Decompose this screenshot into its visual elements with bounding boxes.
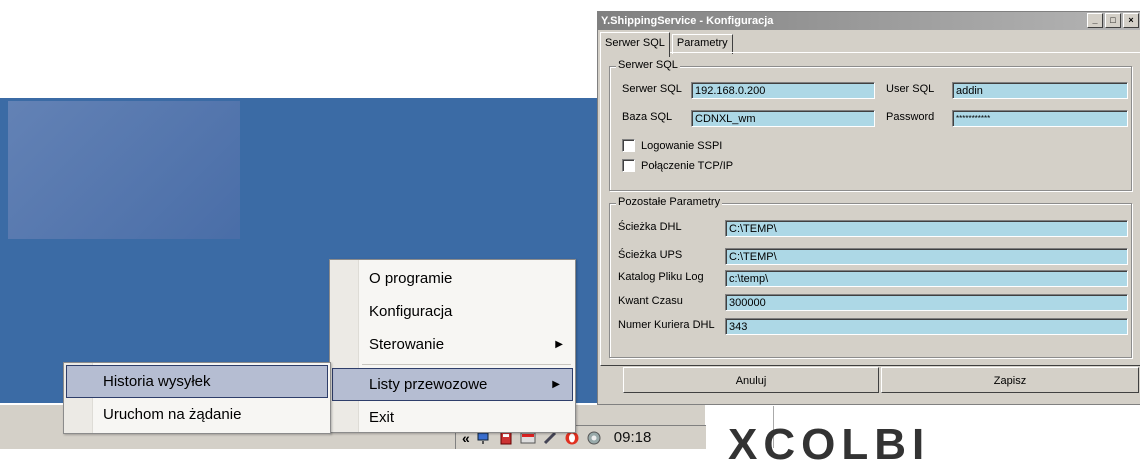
database-label: Baza SQL (622, 111, 673, 123)
menu-item-control[interactable]: Sterowanie ▶ (330, 328, 575, 361)
shipping-lists-flyout: Historia wysyłek Uruchom na żądanie (63, 362, 331, 434)
menu-item-label: Exit (369, 409, 395, 426)
log-dir-input[interactable]: c:\temp\ (725, 270, 1128, 287)
tab-parameters[interactable]: Parametry (671, 34, 733, 54)
menu-item-run-on-demand[interactable]: Uruchom na żądanie (64, 398, 330, 431)
sspi-checkbox[interactable]: Logowanie SSPI (622, 139, 722, 152)
tray-context-menu: O programie Konfiguracja Sterowanie ▶ Lis… (329, 259, 576, 433)
clock[interactable]: 09:18 (614, 429, 652, 446)
password-input[interactable]: *********** (952, 110, 1128, 127)
ups-path-input[interactable]: C:\TEMP\ (725, 248, 1128, 265)
submenu-arrow-icon: ▶ (555, 339, 563, 350)
tcp-label: Połączenie TCP/IP (641, 159, 734, 172)
menu-item-about[interactable]: O programie (330, 262, 575, 295)
menu-item-shipment-history[interactable]: Historia wysyłek (66, 365, 328, 398)
user-input[interactable]: addin (952, 82, 1128, 99)
cancel-button[interactable]: Anuluj (623, 367, 879, 393)
dhl-path-label: Ścieżka DHL (618, 221, 682, 233)
minimize-button[interactable]: _ (1087, 13, 1103, 28)
menu-item-label: Historia wysyłek (103, 373, 211, 390)
menu-separator (362, 364, 571, 365)
log-dir-label: Katalog Pliku Log (618, 271, 704, 283)
tcp-checkbox[interactable]: Połączenie TCP/IP (622, 159, 733, 172)
menu-item-waybills[interactable]: Listy przewozowe ▶ (332, 368, 573, 401)
submenu-arrow-icon: ▶ (552, 379, 560, 390)
password-label: Password (886, 111, 935, 123)
group-title: Serwer SQL (616, 59, 680, 71)
dhl-path-input[interactable]: C:\TEMP\ (725, 220, 1128, 237)
maximize-button[interactable]: □ (1105, 13, 1121, 28)
tab-page: Serwer SQL Serwer SQL 192.168.0.200 User… (600, 52, 1140, 366)
tab-strip: Serwer SQL Parametry (600, 32, 735, 57)
database-input[interactable]: CDNXL_wm (691, 110, 875, 127)
brand-logo: XCOLBI (728, 420, 931, 469)
tab-sql-server[interactable]: Serwer SQL (600, 32, 670, 57)
menu-item-label: Uruchom na żądanie (103, 406, 242, 423)
server-input[interactable]: 192.168.0.200 (691, 82, 875, 99)
ups-path-label: Ścieżka UPS (618, 249, 683, 261)
window-titlebar[interactable]: Y.ShippingService - Konfiguracja _ □ × (598, 12, 1140, 30)
quantum-label: Kwant Czasu (618, 295, 683, 307)
config-window: Y.ShippingService - Konfiguracja _ □ × S… (597, 11, 1140, 405)
checkbox-box (622, 159, 635, 172)
params-group: Pozostałe Parametry Ścieżka DHL C:\TEMP\… (609, 196, 1132, 358)
courier-label: Numer Kuriera DHL (618, 319, 715, 331)
menu-item-exit[interactable]: Exit (330, 401, 575, 434)
quantum-input[interactable]: 300000 (725, 294, 1128, 311)
window-title: Y.ShippingService - Konfiguracja (601, 15, 774, 27)
checkbox-box (622, 139, 635, 152)
desktop-window-shadow (8, 101, 240, 239)
menu-item-configuration[interactable]: Konfiguracja (330, 295, 575, 328)
sql-server-group: Serwer SQL Serwer SQL 192.168.0.200 User… (609, 59, 1132, 191)
sspi-label: Logowanie SSPI (641, 139, 723, 152)
close-button[interactable]: × (1123, 13, 1139, 28)
menu-item-label: Listy przewozowe (369, 376, 488, 393)
menu-item-label: Konfiguracja (369, 303, 453, 320)
user-label: User SQL (886, 83, 935, 95)
server-label: Serwer SQL (622, 83, 682, 95)
menu-item-label: O programie (369, 270, 453, 287)
menu-item-label: Sterowanie (369, 336, 445, 353)
sync-icon[interactable] (586, 429, 602, 446)
courier-input[interactable]: 343 (725, 318, 1128, 335)
save-button[interactable]: Zapisz (881, 367, 1139, 393)
group-title: Pozostałe Parametry (616, 196, 723, 208)
